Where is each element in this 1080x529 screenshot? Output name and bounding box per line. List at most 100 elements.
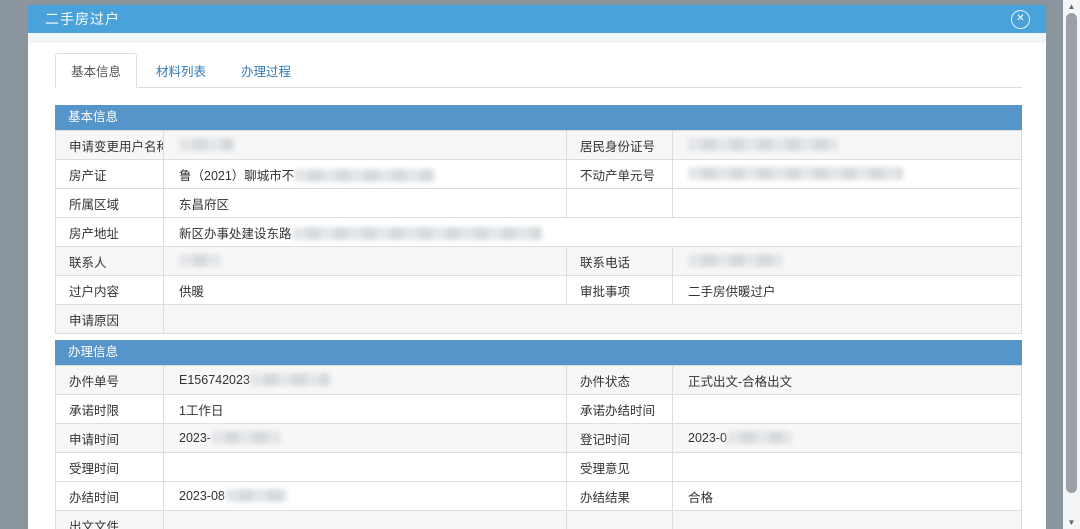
field-value	[164, 131, 567, 160]
table-row: 出文文件	[56, 511, 1022, 529]
table-row: 房产地址 新区办事处建设东路	[56, 218, 1022, 247]
field-value: 新区办事处建设东路	[164, 218, 1022, 247]
redacted-text	[727, 431, 792, 444]
scrollbar-thumb[interactable]	[1066, 13, 1077, 493]
info-table: 申请变更用户名称 居民身份证号房产证 鲁（2021）聊城市不 不动产单元号所属区域 东昌…	[55, 130, 1022, 334]
field-value-text: 二手房供暖过户	[688, 285, 776, 299]
field-value	[673, 247, 1022, 276]
table-row: 联系人 联系电话	[56, 247, 1022, 276]
field-label: 登记时间	[567, 424, 673, 453]
field-value-text: 2023-	[179, 431, 211, 445]
field-value: 东昌府区	[164, 189, 567, 218]
section-header: 办理信息	[55, 340, 1022, 365]
field-label: 审批事项	[567, 276, 673, 305]
field-value-text: 2023-0	[688, 431, 727, 445]
field-label: 受理时间	[56, 453, 164, 482]
dialog-second-hand-house-transfer: 二手房过户 ✕ 基本信息材料列表办理过程 基本信息申请变更用户名称居民身份证号房…	[28, 5, 1046, 529]
tab-material-list[interactable]: 材料列表	[140, 53, 222, 88]
field-value: 正式出文-合格出文	[673, 366, 1022, 395]
dialog-content: 基本信息材料列表办理过程 基本信息申请变更用户名称居民身份证号房产证鲁（2021…	[28, 43, 1046, 529]
field-label: 房产地址	[56, 218, 164, 247]
field-value	[673, 395, 1022, 424]
field-value	[164, 247, 567, 276]
field-label	[567, 511, 673, 529]
section-header: 基本信息	[55, 105, 1022, 130]
field-value-text: 新区办事处建设东路	[179, 227, 292, 241]
field-value-text: 合格	[688, 491, 713, 505]
scrollbar[interactable]: ▲ ▼	[1063, 0, 1080, 529]
close-icon: ✕	[1016, 14, 1024, 24]
field-value-text: 东昌府区	[179, 198, 229, 212]
scroll-up-icon[interactable]: ▲	[1063, 2, 1080, 11]
field-label: 不动产单元号	[567, 160, 673, 189]
field-label: 居民身份证号	[567, 131, 673, 160]
field-label: 房产证	[56, 160, 164, 189]
scroll-down-icon[interactable]: ▼	[1063, 518, 1080, 527]
field-label: 申请变更用户名称	[56, 131, 164, 160]
table-row: 申请原因	[56, 305, 1022, 334]
section-processing-info: 办理信息办件单号E156742023办件状态正式出文-合格出文承诺时限1工作日承…	[55, 340, 1022, 529]
tab-basic-info[interactable]: 基本信息	[55, 53, 137, 88]
close-button[interactable]: ✕	[1011, 10, 1030, 29]
field-value-text: 供暖	[179, 285, 204, 299]
field-value: 合格	[673, 482, 1022, 511]
redacted-text	[292, 227, 542, 240]
field-value: 供暖	[164, 276, 567, 305]
redacted-text	[688, 254, 783, 267]
field-value	[673, 511, 1022, 529]
field-value-text: 鲁（2021）聊城市不	[179, 169, 294, 183]
sections: 基本信息申请变更用户名称居民身份证号房产证鲁（2021）聊城市不不动产单元号所属…	[55, 105, 1022, 529]
field-value	[673, 131, 1022, 160]
field-value	[164, 511, 567, 529]
titlebar-divider	[28, 33, 1046, 43]
field-label	[567, 189, 673, 218]
field-value	[164, 453, 567, 482]
field-value: E156742023	[164, 366, 567, 395]
tab-process[interactable]: 办理过程	[225, 53, 307, 88]
field-label: 承诺办结时间	[567, 395, 673, 424]
table-row: 所属区域 东昌府区	[56, 189, 1022, 218]
field-value	[673, 160, 1022, 189]
field-value: 2023-	[164, 424, 567, 453]
field-label: 联系人	[56, 247, 164, 276]
field-value-text: 1工作日	[179, 404, 223, 418]
field-value	[673, 453, 1022, 482]
redacted-text	[211, 431, 281, 444]
field-label: 联系电话	[567, 247, 673, 276]
field-value-text: E156742023	[179, 373, 250, 387]
redacted-text	[688, 138, 838, 151]
field-value: 鲁（2021）聊城市不	[164, 160, 567, 189]
field-label: 承诺时限	[56, 395, 164, 424]
field-value-text: 2023-08	[179, 489, 225, 503]
table-row: 申请变更用户名称 居民身份证号	[56, 131, 1022, 160]
field-label: 申请原因	[56, 305, 164, 334]
table-row: 办结时间 2023-08 办结结果 合格	[56, 482, 1022, 511]
field-value	[164, 305, 1022, 334]
redacted-text	[225, 489, 287, 502]
field-label: 申请时间	[56, 424, 164, 453]
table-row: 过户内容 供暖 审批事项 二手房供暖过户	[56, 276, 1022, 305]
field-label: 所属区域	[56, 189, 164, 218]
table-row: 申请时间 2023- 登记时间 2023-0	[56, 424, 1022, 453]
table-row: 办件单号 E156742023 办件状态正式出文-合格出文	[56, 366, 1022, 395]
field-label: 出文文件	[56, 511, 164, 529]
field-value: 2023-08	[164, 482, 567, 511]
field-value: 2023-0	[673, 424, 1022, 453]
redacted-text	[688, 167, 903, 180]
dialog-title: 二手房过户	[45, 9, 120, 29]
table-row: 受理时间受理意见	[56, 453, 1022, 482]
field-label: 办结结果	[567, 482, 673, 511]
field-label: 办件状态	[567, 366, 673, 395]
dialog-titlebar: 二手房过户 ✕	[28, 5, 1046, 33]
field-value: 二手房供暖过户	[673, 276, 1022, 305]
info-table: 办件单号 E156742023 办件状态正式出文-合格出文承诺时限 1工作日 承诺办结时…	[55, 365, 1022, 529]
redacted-text	[179, 254, 221, 267]
field-label: 办件单号	[56, 366, 164, 395]
redacted-text	[179, 138, 234, 151]
table-row: 承诺时限 1工作日 承诺办结时间	[56, 395, 1022, 424]
field-label: 办结时间	[56, 482, 164, 511]
field-label: 过户内容	[56, 276, 164, 305]
table-row: 房产证 鲁（2021）聊城市不 不动产单元号	[56, 160, 1022, 189]
redacted-text	[250, 373, 330, 386]
redacted-text	[294, 169, 434, 182]
